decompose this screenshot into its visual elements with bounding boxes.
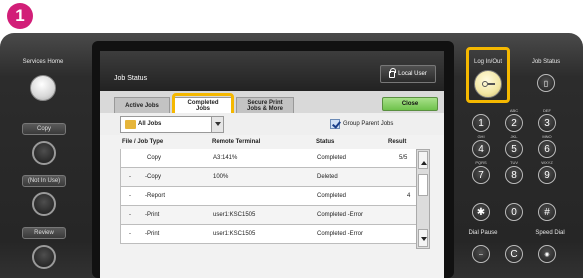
job-result: 4	[407, 193, 411, 199]
tab-label-line2: Jobs & More	[246, 105, 283, 112]
filter-row: All Jobs Group Parent Jobs	[100, 113, 444, 135]
local-user-button[interactable]: Local User	[380, 65, 436, 83]
not-in-use-button[interactable]	[32, 192, 56, 216]
column-header: File / Job Type	[122, 139, 164, 145]
review-label: Review	[22, 227, 66, 239]
copy-label: Copy	[22, 123, 66, 135]
keypad-8-button[interactable]: 8	[505, 166, 523, 184]
keypad-star-button[interactable]: ✱	[472, 203, 490, 221]
copy-button[interactable]	[32, 141, 56, 165]
job-status: Completed -Error	[317, 231, 364, 237]
job-type: Copy	[147, 155, 162, 161]
folder-icon	[125, 120, 136, 129]
job-result: 5/5	[399, 155, 408, 161]
column-header: Remote Terminal	[212, 139, 261, 145]
row-indent: -	[129, 174, 131, 180]
job-status-label: Job Status	[531, 59, 561, 65]
key-letters: PQRS	[475, 160, 487, 165]
close-button[interactable]: Close	[382, 97, 438, 111]
table-row[interactable]: - -Print user1:KSC1505 Completed -Error	[120, 225, 416, 244]
key-letters: GHI	[477, 134, 485, 139]
key-letters: ABC	[509, 108, 519, 113]
tab-active-jobs[interactable]: Active Jobs	[114, 97, 170, 113]
table-header: File / Job Type Remote Terminal Status R…	[120, 135, 426, 149]
job-filter-dropdown[interactable]: All Jobs	[120, 116, 224, 133]
table-row[interactable]: Copy A3:141% Completed 5/5	[120, 149, 416, 168]
keypad-4-button[interactable]: 4	[472, 140, 490, 158]
table-row[interactable]: - -Print user1:KSC1505 Completed -Error	[120, 206, 416, 225]
dial-pause-button[interactable]: –	[472, 245, 490, 263]
dash-icon: –	[479, 250, 483, 258]
chevron-down-icon	[211, 117, 223, 132]
keypad-0-button[interactable]: 0	[505, 203, 523, 221]
scroll-thumb[interactable]	[418, 174, 428, 196]
tab-label: Active Jobs	[125, 102, 159, 109]
job-type: -Print	[145, 212, 160, 218]
clear-button[interactable]: C	[505, 245, 523, 263]
document-icon: ▯	[543, 78, 549, 88]
scroll-up-icon[interactable]	[418, 151, 428, 169]
job-list: Copy A3:141% Completed 5/5 - -Copy 100% …	[120, 149, 416, 244]
checkbox-icon	[330, 119, 340, 129]
speed-dial-label: Speed Dial	[535, 230, 565, 236]
step-number-badge: 1	[7, 3, 33, 29]
page-title: Job Status	[114, 75, 148, 82]
speed-dial-button[interactable]: ◉	[538, 245, 556, 263]
scroll-down-icon[interactable]	[418, 229, 428, 247]
login-out-highlight	[466, 47, 510, 103]
row-indent: -	[129, 231, 131, 237]
key-letters: TUV	[510, 160, 518, 165]
table-row[interactable]: - -Copy 100% Deleted	[120, 168, 416, 187]
remote-terminal: A3:141%	[213, 155, 238, 161]
column-header: Status	[316, 139, 335, 145]
group-parent-jobs-checkbox[interactable]: Group Parent Jobs	[330, 119, 393, 129]
group-parent-label: Group Parent Jobs	[343, 121, 394, 127]
job-status: Completed	[317, 193, 347, 199]
remote-terminal: user1:KSC1505	[213, 231, 256, 237]
remote-terminal: user1:KSC1505	[213, 212, 256, 218]
list-scrollbar[interactable]	[416, 149, 430, 249]
column-header: Result	[388, 139, 407, 145]
keypad-9-button[interactable]: 9	[538, 166, 556, 184]
lock-icon	[389, 67, 397, 78]
printer-control-panel: Services Home Copy (Not In Use) Review J…	[0, 33, 583, 278]
touchscreen: Job Status Local User Active Jobs Comple…	[100, 51, 444, 278]
job-status: Completed -Error	[317, 212, 364, 218]
speed-dial-icon: ◉	[544, 251, 550, 258]
job-type: -Report	[145, 193, 166, 199]
job-status-button[interactable]: ▯	[537, 74, 555, 92]
job-filter-value: All Jobs	[138, 121, 162, 127]
keypad-2-button[interactable]: 2	[505, 114, 523, 132]
remote-terminal: 100%	[213, 174, 229, 180]
keypad-6-button[interactable]: 6	[538, 140, 556, 158]
job-type: -Print	[145, 231, 160, 237]
key-letters: WXYZ	[541, 160, 553, 165]
tab-bar: Active Jobs Completed Jobs Secure Print …	[100, 91, 444, 113]
keypad-hash-button[interactable]: #	[538, 203, 556, 221]
dial-pause-label: Dial Pause	[468, 230, 498, 236]
key-letters: JKL	[510, 134, 518, 139]
keypad-1-button[interactable]: 1	[472, 114, 490, 132]
not-in-use-label: (Not In Use)	[22, 175, 66, 187]
local-user-label: Local User	[398, 71, 427, 77]
job-status: Completed	[317, 155, 347, 161]
services-home-label: Services Home	[22, 59, 64, 65]
table-row[interactable]: - -Report Completed 4	[120, 187, 416, 206]
row-indent: -	[129, 212, 131, 218]
row-indent: -	[129, 193, 131, 199]
keypad-5-button[interactable]: 5	[505, 140, 523, 158]
services-home-button[interactable]	[30, 75, 56, 101]
screen-header: Job Status Local User	[100, 51, 444, 91]
tab-secure-print[interactable]: Secure Print Jobs & More	[236, 97, 294, 113]
review-button[interactable]	[32, 245, 56, 269]
job-status: Deleted	[317, 174, 338, 180]
keypad-3-button[interactable]: 3	[538, 114, 556, 132]
keypad-7-button[interactable]: 7	[472, 166, 490, 184]
job-type: -Copy	[145, 174, 162, 180]
key-letters: DEF	[543, 108, 551, 113]
key-letters: MNO	[542, 134, 552, 139]
